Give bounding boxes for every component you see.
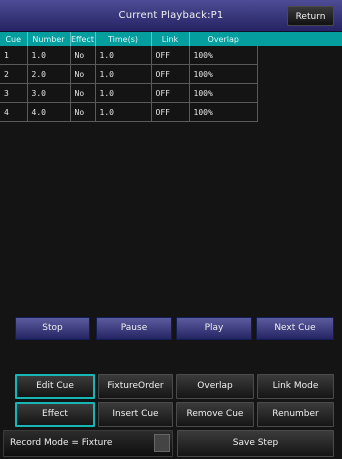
record-mode-label: Record Mode = Fixture	[10, 438, 113, 448]
fixture-order-button[interactable]: FixtureOrder	[98, 374, 173, 399]
next-cue-button[interactable]: Next Cue	[256, 317, 334, 340]
play-button[interactable]: Play	[176, 317, 252, 340]
cue-table-area: Cue Number Effect Time(s) Link Overlap 1…	[0, 32, 342, 332]
cell-number: 3.0	[27, 83, 71, 103]
renumber-button[interactable]: Renumber	[257, 402, 334, 427]
cell-effect: No	[70, 46, 96, 65]
cell-time: 1.0	[95, 64, 152, 84]
effect-button[interactable]: Effect	[15, 402, 95, 427]
cell-number: 2.0	[27, 64, 71, 84]
column-header-number: Number	[27, 32, 71, 46]
record-mode-selector[interactable]: Record Mode = Fixture	[3, 430, 173, 457]
cell-effect: No	[70, 83, 96, 103]
table-header-fill	[257, 32, 342, 46]
table-row[interactable]: 2 2.0 No 1.0 OFF 100%	[0, 64, 258, 84]
dropdown-toggle[interactable]	[154, 434, 170, 452]
cell-time: 1.0	[95, 83, 152, 103]
cell-cue: 1	[0, 46, 28, 65]
insert-cue-button[interactable]: Insert Cue	[98, 402, 173, 427]
cell-cue: 4	[0, 102, 28, 122]
save-step-button[interactable]: Save Step	[177, 430, 334, 457]
column-header-cue: Cue	[0, 32, 28, 46]
cell-effect: No	[70, 64, 96, 84]
table-row[interactable]: 4 4.0 No 1.0 OFF 100%	[0, 102, 258, 122]
table-row[interactable]: 1 1.0 No 1.0 OFF 100%	[0, 46, 258, 65]
cell-overlap: 100%	[189, 83, 258, 103]
cue-table: Cue Number Effect Time(s) Link Overlap 1…	[0, 32, 258, 122]
cell-link: OFF	[151, 83, 190, 103]
remove-cue-button[interactable]: Remove Cue	[176, 402, 254, 427]
table-header-row: Cue Number Effect Time(s) Link Overlap	[0, 32, 257, 46]
playback-screen: Current Playback:P1 Return Cue Number Ef…	[0, 0, 342, 459]
column-header-link: Link	[151, 32, 190, 46]
cell-cue: 2	[0, 64, 28, 84]
column-header-effect: Effect	[70, 32, 96, 46]
cell-cue: 3	[0, 83, 28, 103]
cell-time: 1.0	[95, 46, 152, 65]
cell-overlap: 100%	[189, 102, 258, 122]
cell-overlap: 100%	[189, 64, 258, 84]
cell-number: 4.0	[27, 102, 71, 122]
table-row[interactable]: 3 3.0 No 1.0 OFF 100%	[0, 83, 258, 103]
title-bar: Current Playback:P1 Return	[0, 0, 342, 32]
edit-cue-button[interactable]: Edit Cue	[15, 374, 95, 399]
stop-button[interactable]: Stop	[15, 317, 90, 340]
link-mode-button[interactable]: Link Mode	[257, 374, 334, 399]
cell-effect: No	[70, 102, 96, 122]
cell-number: 1.0	[27, 46, 71, 65]
cell-overlap: 100%	[189, 46, 258, 65]
cell-link: OFF	[151, 46, 190, 65]
cell-link: OFF	[151, 64, 190, 84]
overlap-button[interactable]: Overlap	[176, 374, 254, 399]
cell-time: 1.0	[95, 102, 152, 122]
cell-link: OFF	[151, 102, 190, 122]
pause-button[interactable]: Pause	[96, 317, 172, 340]
column-header-overlap: Overlap	[189, 32, 257, 46]
return-button[interactable]: Return	[287, 6, 334, 26]
column-header-time: Time(s)	[95, 32, 152, 46]
